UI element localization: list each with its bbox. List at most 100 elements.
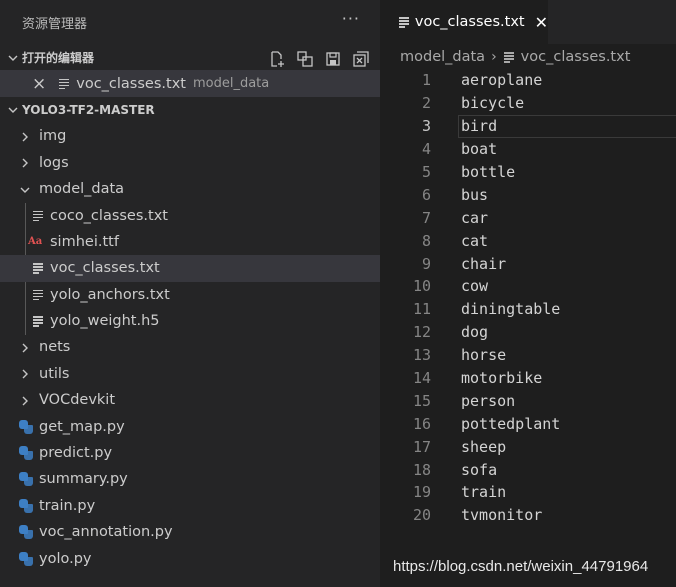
project-section-header[interactable]: YOLO3-TF2-MASTER [0,97,380,123]
code-line[interactable]: 11 diningtable [380,298,676,321]
python-file-icon [19,446,33,461]
line-number: 16 [412,414,431,433]
code-line[interactable]: 9 chair [380,252,676,275]
open-editors-toolbar [268,50,370,68]
tree-file-yolo-weight[interactable]: yolo_weight.h5 [0,308,380,334]
code-line[interactable]: 10 cow [380,275,676,298]
line-text: boat [461,140,498,159]
tree-folder-vocdevkit[interactable]: VOCdevkit [0,387,380,413]
code-line[interactable]: 8 cat [380,229,676,252]
tree-file-voc-classes[interactable]: voc_classes.txt [0,255,380,282]
line-text: sofa [461,460,498,479]
chevron-right-icon [16,156,34,169]
line-number: 12 [412,323,431,342]
chevron-down-icon [4,103,22,116]
code-line[interactable]: 4 boat [380,138,676,161]
tree-file-get-map[interactable]: get_map.py [0,413,380,439]
tab-label: voc_classes.txt [414,14,525,30]
tab-voc-classes[interactable]: voc_classes.txt ✕ [380,0,548,44]
code-line[interactable]: 1 aeroplane [380,69,676,92]
tree-file-summary[interactable]: summary.py [0,466,380,492]
line-number: 8 [421,231,431,250]
code-line[interactable]: 20 tvmonitor [380,504,676,527]
line-number: 6 [421,185,431,204]
tree-folder-img[interactable]: img [0,123,380,149]
line-text: cat [461,231,489,250]
chevron-right-icon [16,130,34,143]
tree-folder-model-data[interactable]: model_data [0,176,380,202]
save-icon[interactable] [324,50,342,68]
tree-file-predict[interactable]: predict.py [0,440,380,466]
text-file-icon [58,78,70,90]
code-line[interactable]: 15 person [380,389,676,412]
python-file-icon [19,419,33,434]
tree-file-voc-annotation[interactable]: voc_annotation.py [0,519,380,545]
tree-folder-logs[interactable]: logs [0,150,380,176]
new-file-icon[interactable] [268,50,286,68]
tree-folder-utils[interactable]: utils [0,361,380,387]
code-line[interactable]: 13 horse [380,344,676,367]
code-line[interactable]: 17 sheep [380,435,676,458]
code-line[interactable]: 3 bird [380,114,676,138]
close-icon[interactable]: × [32,74,46,94]
open-editor-filename: voc_classes.txt [76,75,186,92]
explorer-sidebar: 资源管理器 ··· 打开的编辑器 × voc_classes.txt model [0,0,380,587]
code-line[interactable]: 5 bottle [380,161,676,184]
breadcrumb-file[interactable]: voc_classes.txt [521,49,631,65]
line-number: 18 [412,460,431,479]
tree-file-coco-classes[interactable]: coco_classes.txt [0,202,380,228]
code-line[interactable]: 19 train [380,481,676,504]
chevron-right-icon [16,341,34,354]
line-number: 2 [421,94,431,113]
font-file-icon: Aa [28,236,43,248]
line-number: 11 [412,300,431,319]
line-text: aeroplane [461,71,543,90]
line-number: 14 [412,369,431,388]
project-title: YOLO3-TF2-MASTER [22,102,155,117]
line-number: 10 [412,277,431,296]
close-all-icon[interactable] [352,50,370,68]
line-number: 1 [421,71,431,90]
code-area[interactable]: 1 aeroplane 2 bicycle 3 bird 4 boat 5 bottle 6 bus 7… [380,69,676,527]
open-editor-folder: model_data [192,76,270,92]
code-line[interactable]: 7 car [380,206,676,229]
open-editors-section-header[interactable]: 打开的编辑器 [0,44,380,70]
explorer-header: 资源管理器 ··· [0,0,380,44]
code-line[interactable]: 6 bus [380,183,676,206]
line-number: 15 [412,391,431,410]
close-icon[interactable]: ✕ [535,13,548,32]
chevron-right-icon [16,394,34,407]
tree-file-yolo[interactable]: yolo.py [0,545,380,571]
breadcrumb-folder[interactable]: model_data [400,49,485,65]
line-number: 13 [412,346,431,365]
code-line[interactable]: 14 motorbike [380,367,676,390]
code-line[interactable]: 2 bicycle [380,92,676,115]
breadcrumb: model_data › voc_classes.txt [380,44,676,70]
line-text: bus [461,185,489,204]
line-text: bottle [461,163,516,181]
line-number: 5 [421,163,431,181]
code-line[interactable]: 12 dog [380,321,676,344]
tree-file-yolo-anchors[interactable]: yolo_anchors.txt [0,282,380,308]
tree-file-simhei[interactable]: Aa simhei.ttf [0,229,380,255]
line-text: bicycle [461,94,525,113]
line-text: train [461,483,507,502]
line-number: 7 [421,208,431,227]
line-text: car [461,208,489,227]
open-editor-item[interactable]: × voc_classes.txt model_data [0,70,380,97]
code-line[interactable]: 16 pottedplant [380,412,676,435]
line-text: horse [461,346,507,365]
line-text: pottedplant [461,414,561,433]
python-file-icon [19,472,33,487]
more-actions-icon[interactable]: ··· [342,11,360,27]
line-number: 20 [412,506,431,525]
text-file-icon [503,51,515,63]
tree-folder-nets[interactable]: nets [0,334,380,360]
explorer-title: 资源管理器 [22,16,88,32]
line-number: 17 [412,437,431,456]
text-file-icon [32,210,44,222]
save-all-icon[interactable] [296,50,314,68]
tree-file-train[interactable]: train.py [0,493,380,519]
code-line[interactable]: 18 sofa [380,458,676,481]
python-file-icon [19,551,33,566]
